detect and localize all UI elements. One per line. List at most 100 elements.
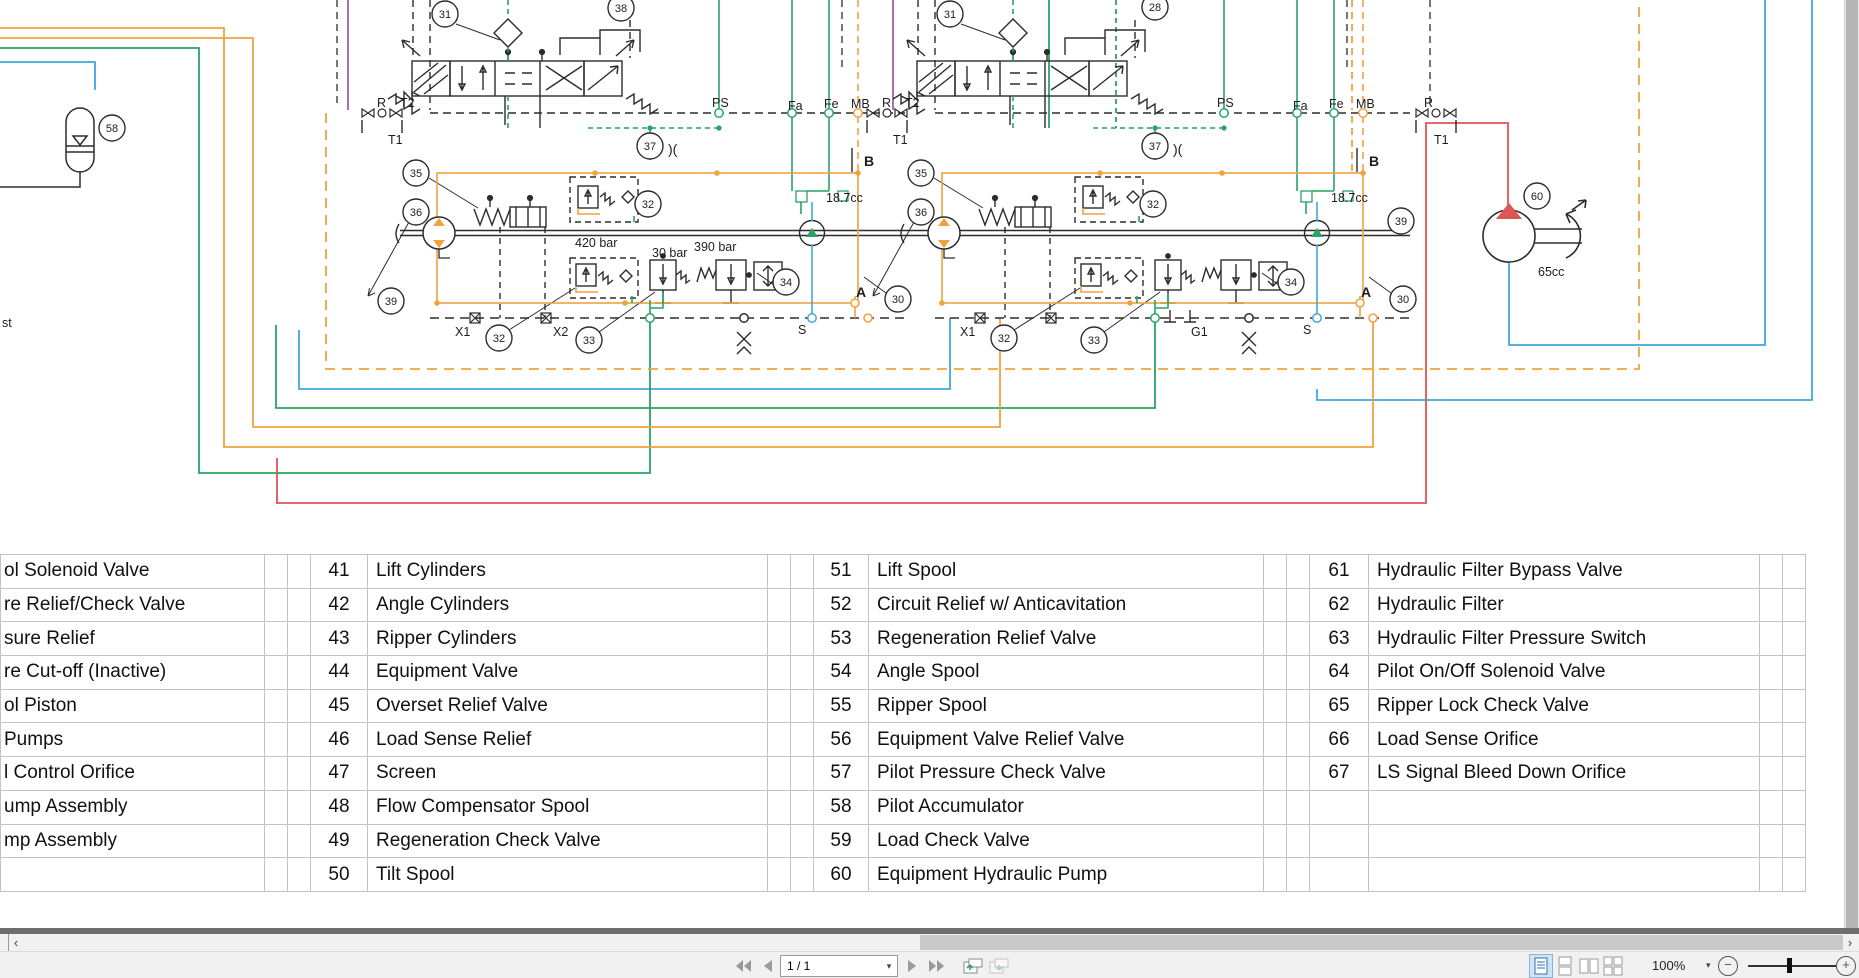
zoom-out-button[interactable]: − [1718,956,1738,976]
legend-spacer-cell [791,555,814,589]
legend-number-cell: 61 [1310,555,1369,589]
horizontal-scrollbar[interactable]: ‹ › [0,934,1859,951]
legend-spacer-cell [791,622,814,656]
legend-spacer-cell [288,656,311,690]
scroll-left-arrow-icon[interactable]: ‹ [8,934,24,951]
svg-text:31: 31 [439,9,451,21]
vertical-scrollbar[interactable] [1844,0,1859,928]
legend-spacer-cell [1783,858,1806,892]
svg-text:35: 35 [915,168,927,180]
legend-spacer-cell [1264,689,1287,723]
legend-row: ump Assembly48Flow Compensator Spool58Pi… [1,790,1806,824]
svg-text:30: 30 [1397,294,1409,306]
legend-spacer-cell [1783,723,1806,757]
callout-31: 31 [937,1,963,27]
legend-spacer-cell [1264,858,1287,892]
svg-text:37: 37 [1149,141,1161,153]
legend-text-cell: Ripper Cylinders [368,622,768,656]
legend-spacer-cell [265,790,288,824]
legend-text-cell: Flow Compensator Spool [368,790,768,824]
schematic-label: T2 [905,96,920,110]
callout-30: 30 [885,286,911,312]
zoom-dropdown-caret-icon[interactable]: ▾ [1706,960,1711,971]
legend-spacer-cell [1760,757,1783,791]
legend-spacer-cell [1287,555,1310,589]
last-page-button[interactable] [926,955,948,976]
legend-number-cell: 48 [311,790,368,824]
legend-spacer-cell [768,858,791,892]
svg-text:39: 39 [1395,216,1407,228]
schematic-label: B [864,153,874,169]
page-number-box[interactable]: ▾ [780,955,898,977]
legend-text-cell: Load Check Valve [869,824,1264,858]
legend-spacer-cell [1760,790,1783,824]
legend-spacer-cell [1264,723,1287,757]
vertical-scrollbar-thumb[interactable] [1846,0,1858,928]
schematic-label: T2 [400,96,415,110]
page-number-input[interactable] [781,958,881,974]
two-page-continuous-layout-button[interactable] [1602,955,1624,977]
legend-spacer-cell [768,689,791,723]
legend-number-cell: 63 [1310,622,1369,656]
legend-text-cell: LS Signal Bleed Down Orifice [1369,757,1760,791]
callout-34: 34 [1278,269,1304,295]
legend-text-cell: Lift Cylinders [368,555,768,589]
callout-34: 34 [773,269,799,295]
first-page-button[interactable] [732,955,754,976]
horizontal-scrollbar-thumb[interactable] [920,935,1843,950]
callout-58: 58 [99,115,125,141]
pane-splitter[interactable] [0,934,9,951]
svg-text:37: 37 [644,141,656,153]
legend-spacer-cell [1783,790,1806,824]
callout-33: 33 [1081,327,1107,353]
legend-text-cell: Regeneration Check Valve [368,824,768,858]
legend-number-cell: 67 [1310,757,1369,791]
legend-text-cell: Lift Spool [869,555,1264,589]
legend-spacer-cell [768,622,791,656]
callout-32: 32 [991,325,1017,351]
callout-37: 37 [637,133,663,159]
legend-spacer-cell [288,588,311,622]
legend-row: 50Tilt Spool60Equipment Hydraulic Pump [1,858,1806,892]
legend-spacer-cell [288,689,311,723]
svg-text:31: 31 [944,9,956,21]
legend-text-cell: sure Relief [1,622,265,656]
page-dropdown-caret-icon[interactable]: ▾ [881,961,897,972]
svg-text:32: 32 [1147,199,1159,211]
legend-spacer-cell [1783,656,1806,690]
legend-number-cell: 64 [1310,656,1369,690]
legend-text-cell: re Cut-off (Inactive) [1,656,265,690]
svg-text:28: 28 [1149,2,1161,14]
svg-text:32: 32 [642,199,654,211]
legend-spacer-cell [1264,622,1287,656]
schematic-label: R [1424,96,1433,110]
svg-text:36: 36 [915,207,927,219]
schematic-label: PS [1217,96,1234,110]
legend-text-cell: Regeneration Relief Valve [869,622,1264,656]
legend-spacer-cell [1287,588,1310,622]
next-view-button[interactable] [988,955,1010,976]
zoom-level-label[interactable]: 100% [1652,958,1685,973]
legend-spacer-cell [1264,555,1287,589]
scroll-right-arrow-icon[interactable]: › [1842,934,1858,951]
legend-spacer-cell [768,824,791,858]
legend-text-cell [1369,858,1760,892]
legend-text-cell: Pumps [1,723,265,757]
zoom-slider-handle[interactable] [1787,958,1792,973]
legend-spacer-cell [791,858,814,892]
next-page-button[interactable] [901,955,923,976]
legend-text-cell: Overset Relief Valve [368,689,768,723]
schematic-label: MB [1356,97,1375,111]
zoom-in-button[interactable]: + [1836,956,1856,976]
zoom-slider[interactable] [1748,965,1836,967]
previous-view-button[interactable] [962,955,984,976]
previous-page-button[interactable] [757,955,779,976]
legend-spacer-cell [1264,757,1287,791]
continuous-layout-button[interactable] [1554,955,1576,977]
two-page-layout-button[interactable] [1578,955,1600,977]
legend-number-cell: 53 [814,622,869,656]
legend-spacer-cell [1783,689,1806,723]
single-page-layout-button[interactable] [1530,955,1552,977]
legend-text-cell: Pilot Accumulator [869,790,1264,824]
legend-number-cell: 66 [1310,723,1369,757]
